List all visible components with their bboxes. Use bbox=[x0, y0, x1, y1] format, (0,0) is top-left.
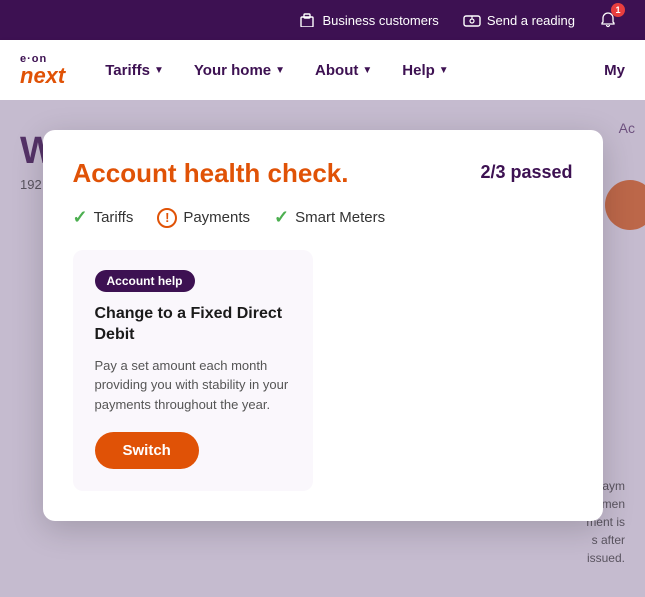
send-reading-label: Send a reading bbox=[487, 13, 575, 28]
check-tariffs: ✓ Tariffs bbox=[73, 207, 134, 228]
help-chevron-icon: ▼ bbox=[439, 65, 449, 76]
payments-warn-icon: ! bbox=[157, 208, 177, 228]
nav-your-home[interactable]: Your home ▼ bbox=[194, 62, 285, 79]
meter-icon bbox=[463, 11, 481, 29]
smart-meters-check-label: Smart Meters bbox=[295, 209, 385, 226]
business-customers-label: Business customers bbox=[322, 13, 438, 28]
nav-my-label: My bbox=[604, 62, 625, 79]
payments-check-label: Payments bbox=[183, 209, 250, 226]
send-reading-link[interactable]: Send a reading bbox=[463, 11, 575, 29]
notification-count: 1 bbox=[611, 3, 625, 17]
tariffs-check-label: Tariffs bbox=[94, 209, 134, 226]
tariffs-chevron-icon: ▼ bbox=[154, 65, 164, 76]
modal-checks-row: ✓ Tariffs ! Payments ✓ Smart Meters bbox=[73, 207, 573, 228]
about-chevron-icon: ▼ bbox=[362, 65, 372, 76]
modal-header: Account health check. 2/3 passed bbox=[73, 158, 573, 189]
modal-overlay: Account health check. 2/3 passed ✓ Tarif… bbox=[0, 100, 645, 597]
top-bar: Business customers Send a reading 1 bbox=[0, 0, 645, 40]
business-customers-link[interactable]: Business customers bbox=[298, 11, 438, 29]
health-check-modal: Account health check. 2/3 passed ✓ Tarif… bbox=[43, 130, 603, 521]
logo[interactable]: e·on next bbox=[20, 54, 65, 87]
nav-about-label: About bbox=[315, 62, 358, 79]
card-description: Pay a set amount each month providing yo… bbox=[95, 356, 291, 415]
account-help-card: Account help Change to a Fixed Direct De… bbox=[73, 250, 313, 491]
modal-title: Account health check. bbox=[73, 158, 349, 189]
business-icon bbox=[298, 11, 316, 29]
nav-about[interactable]: About ▼ bbox=[315, 62, 372, 79]
tariffs-check-icon: ✓ bbox=[73, 207, 88, 228]
notification-wrapper[interactable]: 1 bbox=[599, 11, 625, 29]
check-payments: ! Payments bbox=[157, 208, 250, 228]
card-tag: Account help bbox=[95, 270, 195, 292]
logo-next: next bbox=[20, 65, 65, 87]
nav-tariffs-label: Tariffs bbox=[105, 62, 150, 79]
nav-bar: e·on next Tariffs ▼ Your home ▼ About ▼ … bbox=[0, 40, 645, 100]
check-smart-meters: ✓ Smart Meters bbox=[274, 207, 385, 228]
nav-help-label: Help bbox=[402, 62, 435, 79]
nav-tariffs[interactable]: Tariffs ▼ bbox=[105, 62, 164, 79]
card-title: Change to a Fixed Direct Debit bbox=[95, 304, 291, 346]
modal-passed: 2/3 passed bbox=[480, 162, 572, 183]
switch-button[interactable]: Switch bbox=[95, 432, 199, 469]
your-home-chevron-icon: ▼ bbox=[275, 65, 285, 76]
nav-your-home-label: Your home bbox=[194, 62, 271, 79]
nav-help[interactable]: Help ▼ bbox=[402, 62, 448, 79]
page-background: We 192 G Ac t paym paymen ment is s afte… bbox=[0, 100, 645, 597]
nav-my[interactable]: My bbox=[604, 62, 625, 79]
smart-meters-check-icon: ✓ bbox=[274, 207, 289, 228]
